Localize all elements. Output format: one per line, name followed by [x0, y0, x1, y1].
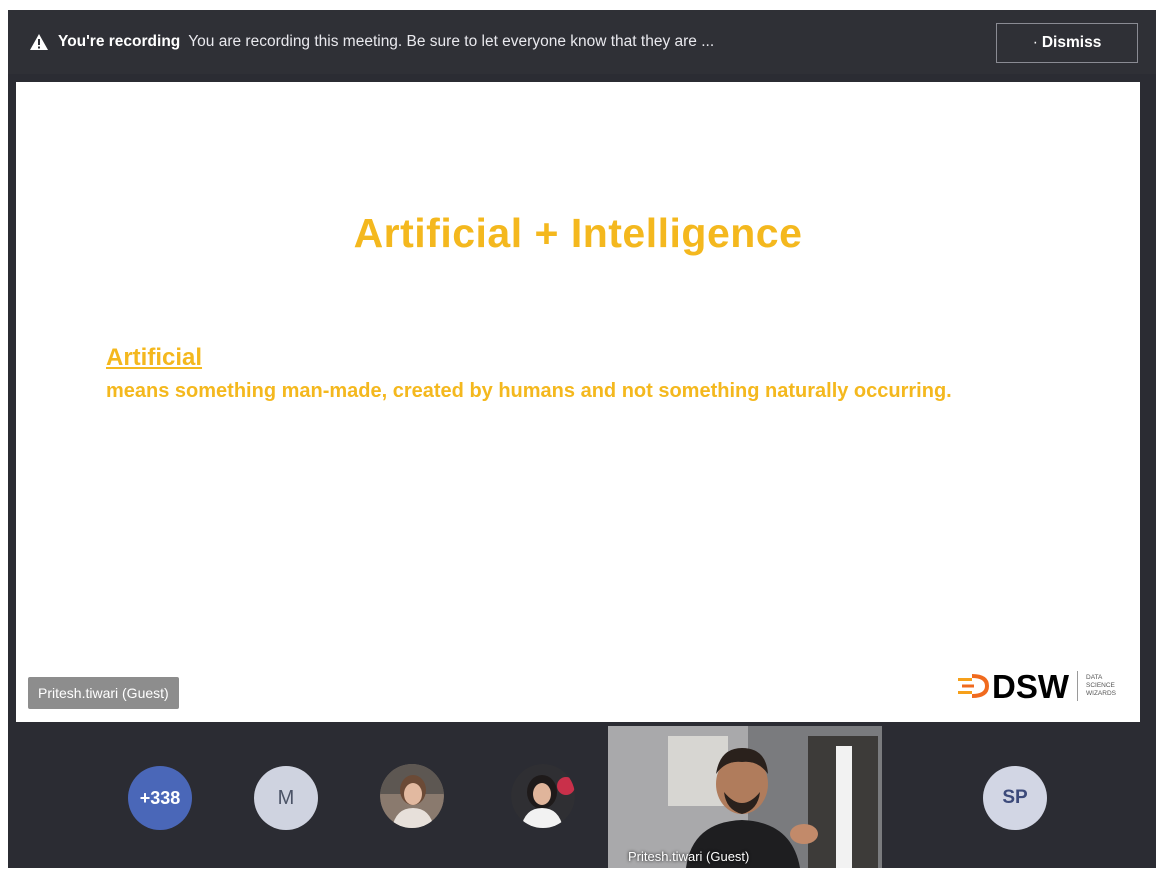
recording-message: You are recording this meeting. Be sure … — [188, 33, 715, 50]
presenter-video-tile[interactable]: Pritesh.tiwari (Guest) — [608, 726, 882, 868]
logo-subtitle-line: DATA — [1086, 674, 1103, 681]
presenter-name-tag: Pritesh.tiwari (Guest) — [28, 677, 179, 709]
logo-subtitle-line: SCIENCE — [1086, 682, 1115, 689]
participant-avatar[interactable]: M — [254, 766, 318, 830]
dismiss-label: Dismiss — [1041, 34, 1102, 51]
logo-subtitle: DATA SCIENCE WIZARDS — [1086, 674, 1126, 698]
presenter-video-feed — [608, 726, 882, 868]
logo-subtitle-line: WIZARDS — [1086, 690, 1116, 697]
shared-content: Artificial + Intelligence Artificial mea… — [16, 82, 1140, 722]
dismiss-button[interactable]: · Dismiss — [996, 23, 1138, 63]
meeting-window: You're recording You are recording this … — [8, 10, 1156, 868]
more-participants-button[interactable]: +338 — [128, 766, 192, 830]
warning-icon — [28, 31, 50, 53]
participant-avatar[interactable]: SP — [983, 766, 1047, 830]
dsw-logo: DSW DATA SCIENCE WIZARDS — [956, 664, 1126, 708]
presenter-video-name: Pritesh.tiwari (Guest) — [628, 849, 750, 864]
participant-strip: +338 M Pritesh.tiwari (Guest) SP — [8, 726, 1156, 868]
logo-wordmark: DSW — [992, 667, 1069, 705]
person-photo-icon — [380, 764, 444, 828]
person-photo-icon — [511, 764, 575, 828]
participant-photo-avatar[interactable] — [380, 764, 444, 828]
slide-term: Artificial — [106, 344, 203, 371]
recording-title: You're recording — [58, 33, 181, 50]
slide-title: Artificial + Intelligence — [353, 210, 803, 256]
slide-definition: means something man-made, created by hum… — [106, 380, 952, 402]
dismiss-dot: · — [1032, 34, 1038, 51]
logo-divider — [1077, 671, 1078, 701]
recording-banner: You're recording You are recording this … — [8, 10, 1156, 74]
logo-lines-icon — [958, 674, 990, 698]
participant-photo-avatar[interactable] — [511, 764, 575, 828]
